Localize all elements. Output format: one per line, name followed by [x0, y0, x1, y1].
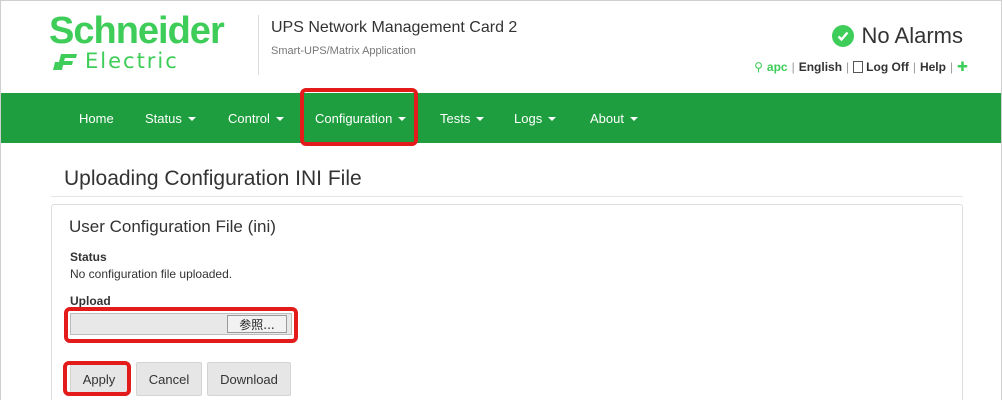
app-title: UPS Network Management Card 2	[271, 19, 518, 36]
nav-configuration[interactable]: Configuration	[315, 93, 407, 143]
status-label: Status	[70, 250, 107, 264]
apc-link[interactable]: ⚲ apc	[754, 60, 787, 74]
nav-about-label: About	[590, 110, 624, 126]
help-link[interactable]: Help	[920, 60, 946, 74]
header-divider	[258, 15, 259, 75]
config-file-panel: User Configuration File (ini) Status No …	[51, 204, 963, 400]
caret-down-icon	[629, 117, 638, 121]
life-is-on-icon	[53, 54, 77, 70]
nav-configuration-label: Configuration	[315, 110, 393, 126]
alarm-status[interactable]: No Alarms	[831, 23, 963, 49]
header: Schneider Electric UPS Network Managemen…	[1, 1, 1001, 93]
logoff-link[interactable]: Log Off	[853, 60, 909, 74]
check-circle-icon	[831, 25, 854, 47]
title-divider	[51, 196, 963, 197]
download-button[interactable]: Download	[207, 362, 291, 396]
caret-down-icon	[398, 117, 407, 121]
link-separator: |	[949, 60, 954, 74]
nav-home[interactable]: Home	[79, 93, 114, 143]
caret-down-icon	[275, 117, 284, 121]
language-link[interactable]: English	[799, 60, 842, 74]
pin-icon[interactable]: ✚	[957, 59, 968, 75]
caret-down-icon	[476, 117, 485, 121]
status-text: No configuration file uploaded.	[70, 267, 233, 281]
page-frame: Schneider Electric UPS Network Managemen…	[0, 0, 1002, 400]
nav-home-label: Home	[79, 110, 114, 126]
link-separator: |	[846, 60, 850, 74]
page-title: Uploading Configuration INI File	[64, 167, 362, 190]
cancel-button[interactable]: Cancel	[136, 362, 202, 396]
logo-brand-text: Schneider	[49, 10, 225, 52]
nav-status-label: Status	[145, 110, 182, 126]
nav-about[interactable]: About	[590, 93, 638, 143]
upload-label: Upload	[70, 294, 111, 308]
logoff-icon	[853, 61, 864, 73]
nav-logs-label: Logs	[514, 110, 543, 126]
nav-control[interactable]: Control	[228, 93, 284, 143]
logoff-link-label: Log Off	[866, 60, 909, 74]
caret-down-icon	[548, 117, 557, 121]
nav-tests-label: Tests	[440, 110, 471, 126]
alarm-status-text: No Alarms	[861, 23, 963, 48]
schneider-electric-logo[interactable]: Schneider Electric	[49, 11, 249, 77]
nav-logs[interactable]: Logs	[514, 93, 557, 143]
apc-link-label: apc	[766, 60, 788, 74]
main-navbar: Home Status Control Configuration Tests …	[1, 93, 1001, 143]
panel-title: User Configuration File (ini)	[69, 217, 276, 236]
nav-status[interactable]: Status	[145, 93, 196, 143]
logo-sub-text: Electric	[85, 49, 179, 73]
caret-down-icon	[187, 117, 196, 121]
apply-button[interactable]: Apply	[70, 362, 128, 396]
user-icon: ⚲	[754, 60, 763, 74]
app-subtitle: Smart-UPS/Matrix Application	[271, 45, 416, 57]
nav-tests[interactable]: Tests	[440, 93, 485, 143]
top-links: ⚲ apc | English | Log Off | Help | ✚	[754, 59, 968, 75]
link-separator: |	[791, 60, 795, 74]
nav-control-label: Control	[228, 110, 270, 126]
link-separator: |	[912, 60, 916, 74]
browse-button[interactable]: 参照...	[227, 315, 287, 333]
